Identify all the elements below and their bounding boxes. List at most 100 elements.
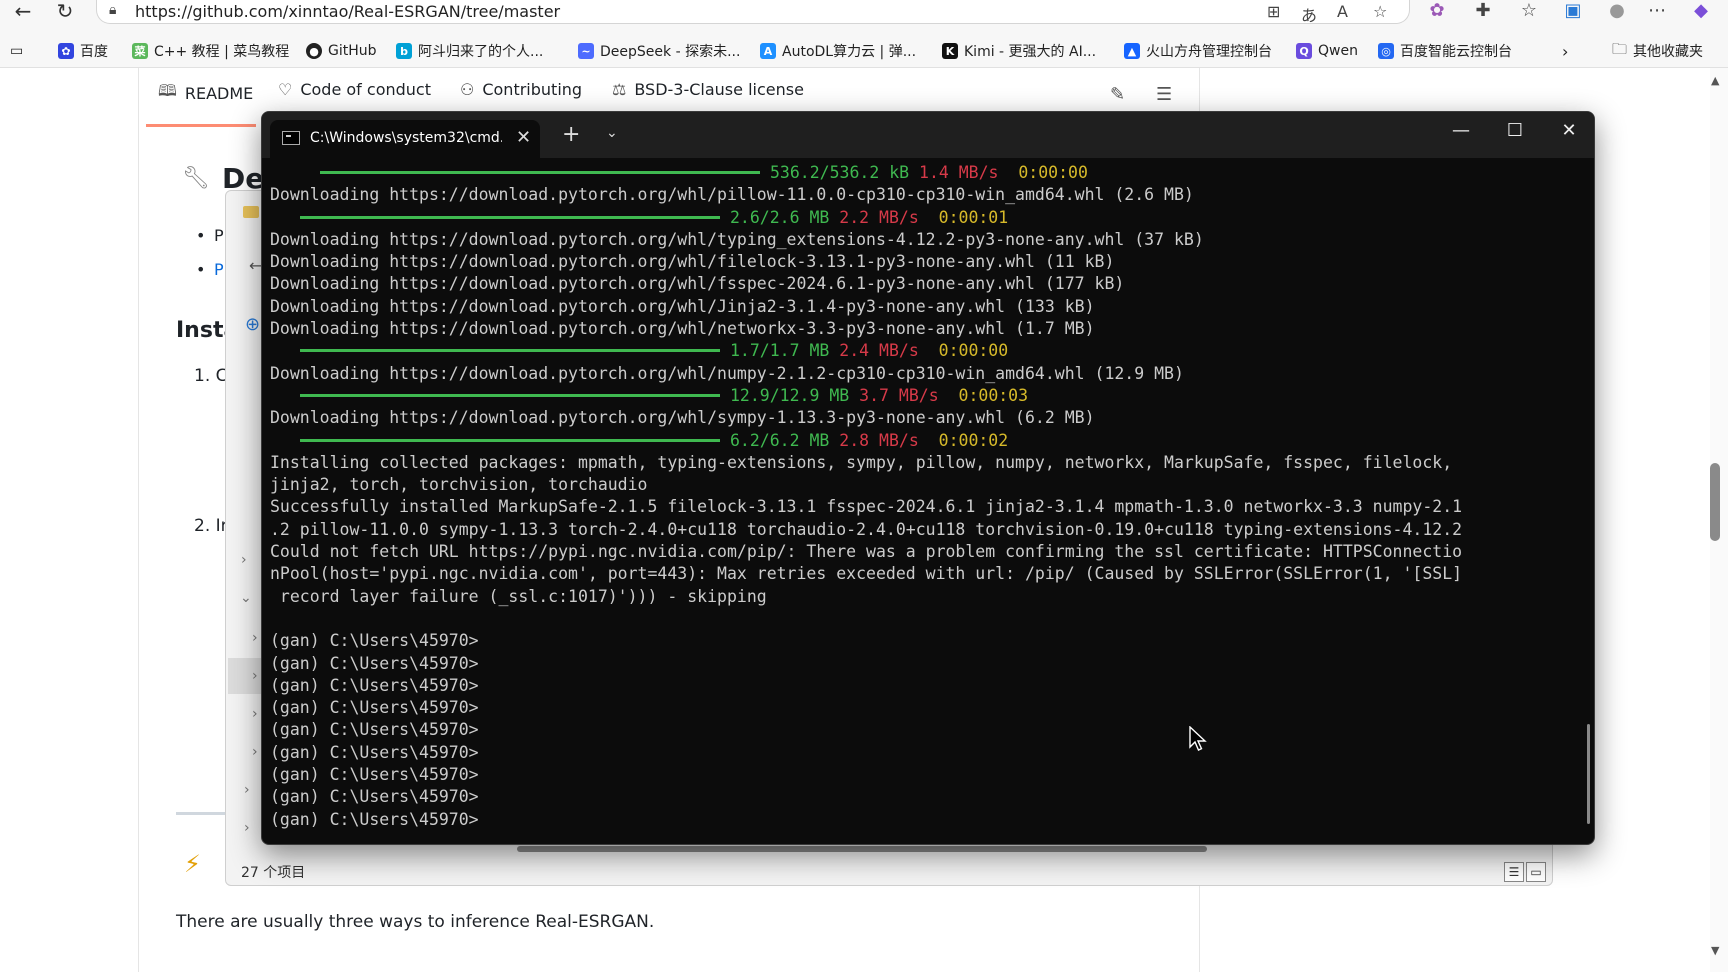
bookmark-kimi[interactable]: K Kimi - 更强大的 AI... (942, 40, 1096, 62)
step-two-text: 2. Ir (194, 516, 228, 536)
terminal-tab-title: C:\Windows\system32\cmd.e (310, 130, 502, 146)
bookmark-label: 火山方舟管理控制台 (1146, 44, 1272, 60)
outline-list-icon[interactable]: ☰ (1156, 84, 1172, 105)
bookmark-volcano[interactable]: ▲ 火山方舟管理控制台 (1124, 40, 1272, 62)
profile-avatar-icon[interactable]: ● (1604, 0, 1630, 22)
bookmark-github[interactable]: ● GitHub (306, 40, 377, 62)
nav-collapse-chevron-icon[interactable]: ⌄ (240, 590, 252, 606)
bookmark-deepseek[interactable]: ~ DeepSeek - 探索未... (578, 40, 740, 62)
close-window-icon[interactable]: ✕ (1554, 120, 1584, 141)
bookmark-runoob[interactable]: 菜 C++ 教程 | 菜鸟教程 (132, 40, 289, 62)
collections-icon[interactable]: ▣ (1560, 0, 1586, 22)
minimize-icon[interactable]: — (1446, 120, 1476, 141)
edit-pencil-icon[interactable]: ✎ (1110, 84, 1125, 105)
bookmark-baidu[interactable]: ✿ 百度 (58, 40, 108, 62)
terminal-scrollbar[interactable] (1587, 724, 1590, 824)
bookmark-label: 百度智能云控制台 (1400, 44, 1512, 60)
bookmark-bilibili[interactable]: b 阿斗归来了的个人... (396, 40, 543, 62)
tab-license[interactable]: ⚖ BSD-3-Clause license (612, 80, 804, 99)
progress-bar (300, 349, 720, 353)
mouse-cursor-icon (1189, 726, 1207, 751)
terminal-tab[interactable]: C:\Windows\system32\cmd.e ✕ (270, 120, 540, 158)
terminal-line: Downloading https://download.pytorch.org… (270, 319, 1095, 339)
progress-size: 2.6/2.6 MB (730, 207, 830, 227)
nav-expand-chevron-icon[interactable]: › (252, 668, 258, 684)
chevron-down-icon[interactable]: ⌄ (606, 125, 618, 141)
address-bar[interactable]: 🔒︎ https://github.com/xinntao/Real-ESRGA… (96, 0, 1410, 26)
url-text[interactable]: https://github.com/xinntao/Real-ESRGAN/t… (135, 2, 560, 21)
cmd-icon (282, 131, 300, 145)
bookmark-label: GitHub (328, 43, 377, 59)
tab-label: README (184, 84, 254, 103)
terminal-line: record layer failure (_ssl.c:1017)'))) -… (270, 586, 767, 606)
more-menu-icon[interactable]: ⋯ (1644, 0, 1670, 22)
new-tab-icon[interactable]: + (562, 122, 580, 147)
extensions-icon[interactable]: ✚ (1470, 0, 1496, 22)
read-aloud-icon[interactable]: A (1337, 2, 1348, 21)
scroll-down-arrow-icon[interactable]: ▼ (1711, 944, 1719, 957)
bookmark-qwen[interactable]: Q Qwen (1296, 40, 1358, 62)
copilot-icon[interactable]: ◆ (1688, 0, 1714, 22)
back-icon[interactable]: ← (8, 0, 38, 23)
progress-size: 12.9/12.9 MB (730, 385, 850, 405)
bookmark-autodl[interactable]: A AutoDL算力云 | 弹... (760, 40, 916, 62)
page-scrollbar-thumb[interactable] (1710, 463, 1720, 541)
progress-line: 2.6/2.6 MB 2.2 MB/s 0:00:01 (270, 207, 1580, 229)
lock-icon[interactable]: 🔒︎ (109, 2, 116, 18)
terminal-line: Downloading https://download.pytorch.org… (270, 252, 1115, 272)
terminal-titlebar[interactable]: C:\Windows\system32\cmd.e ✕ + ⌄ — ☐ ✕ (262, 112, 1594, 158)
nav-expand-chevron-icon[interactable]: › (244, 820, 250, 836)
favorites-icon[interactable]: ☆ (1516, 0, 1542, 22)
nav-expand-chevron-icon[interactable]: › (252, 706, 258, 722)
baidu-icon: ✿ (58, 43, 74, 59)
explorer-horizontal-scrollbar[interactable] (517, 846, 1207, 852)
lightning-icon: ⚡︎ (184, 850, 201, 878)
app-grid-icon[interactable]: ⊞ (1267, 2, 1280, 21)
list-bullet: • (196, 260, 206, 279)
terminal-line: (gan) C:\Users\45970> (270, 809, 479, 829)
tab-label: Code of conduct (300, 80, 431, 99)
sidebar-toggle-icon[interactable]: ▭ (10, 40, 23, 62)
terminal-output[interactable]: 536.2/536.2 kB 1.4 MB/s 0:00:00 Downloadi… (270, 162, 1580, 831)
nav-expand-chevron-icon[interactable]: › (252, 630, 258, 646)
progress-line: 12.9/12.9 MB 3.7 MB/s 0:00:03 (270, 385, 1580, 407)
progress-size: 6.2/6.2 MB (730, 430, 830, 450)
translate-icon[interactable]: あ (1301, 2, 1317, 26)
scroll-up-arrow-icon[interactable]: ▲ (1711, 74, 1719, 87)
kimi-icon: K (942, 43, 958, 59)
progress-line: 536.2/536.2 kB 1.4 MB/s 0:00:00 (270, 162, 1580, 184)
details-view-icon[interactable]: ☰ (1504, 862, 1524, 882)
other-bookmarks[interactable]: 🗀 其他收藏夹 (1612, 40, 1703, 62)
explorer-item-count: 27 个项目 (241, 865, 306, 881)
maximize-icon[interactable]: ☐ (1500, 120, 1530, 141)
list-item-link[interactable]: P (214, 260, 224, 279)
nav-expand-chevron-icon[interactable]: › (244, 782, 250, 798)
bookmark-label: Kimi - 更强大的 AI... (964, 44, 1097, 60)
nav-expand-chevron-icon[interactable]: › (252, 744, 258, 760)
copilot-app-icon[interactable]: ✿ (1424, 0, 1450, 22)
nav-expand-chevron-icon[interactable]: › (241, 552, 247, 568)
progress-line: 6.2/6.2 MB 2.8 MB/s 0:00:02 (270, 430, 1580, 452)
new-item-plus-icon[interactable]: ⊕ (245, 314, 260, 335)
close-tab-icon[interactable]: ✕ (516, 127, 531, 148)
baiducloud-icon: ◎ (1378, 43, 1394, 59)
refresh-icon[interactable]: ↻ (50, 0, 80, 23)
scale-icon: ⚖ (612, 80, 627, 99)
terminal-line: (gan) C:\Users\45970> (270, 742, 479, 762)
tab-code-of-conduct[interactable]: ♡ Code of conduct (278, 80, 431, 99)
progress-eta: 0:00:03 (958, 385, 1029, 405)
progress-eta: 0:00:01 (938, 207, 1009, 227)
bookmark-label: Qwen (1318, 43, 1358, 59)
favorite-star-icon[interactable]: ☆ (1373, 2, 1387, 21)
folder-icon: 🗀 (1612, 39, 1628, 58)
bookmarks-overflow-chevron-icon[interactable]: › (1562, 40, 1568, 62)
qwen-icon: Q (1296, 43, 1312, 59)
bookmark-baiducloud[interactable]: ◎ 百度智能云控制台 (1378, 40, 1512, 62)
tiles-view-icon[interactable]: ▭ (1526, 862, 1546, 882)
tab-readme[interactable]: 🕮 README (158, 80, 253, 107)
tab-contributing[interactable]: ⚇ Contributing (460, 80, 582, 99)
terminal-line: Could not fetch URL https://pypi.ngc.nvi… (270, 542, 1463, 562)
terminal-line: (gan) C:\Users\45970> (270, 720, 479, 740)
bookmarks-bar: ▭ ✿ 百度 菜 C++ 教程 | 菜鸟教程 ● GitHub b 阿斗归来了的个人..… (0, 38, 1728, 64)
